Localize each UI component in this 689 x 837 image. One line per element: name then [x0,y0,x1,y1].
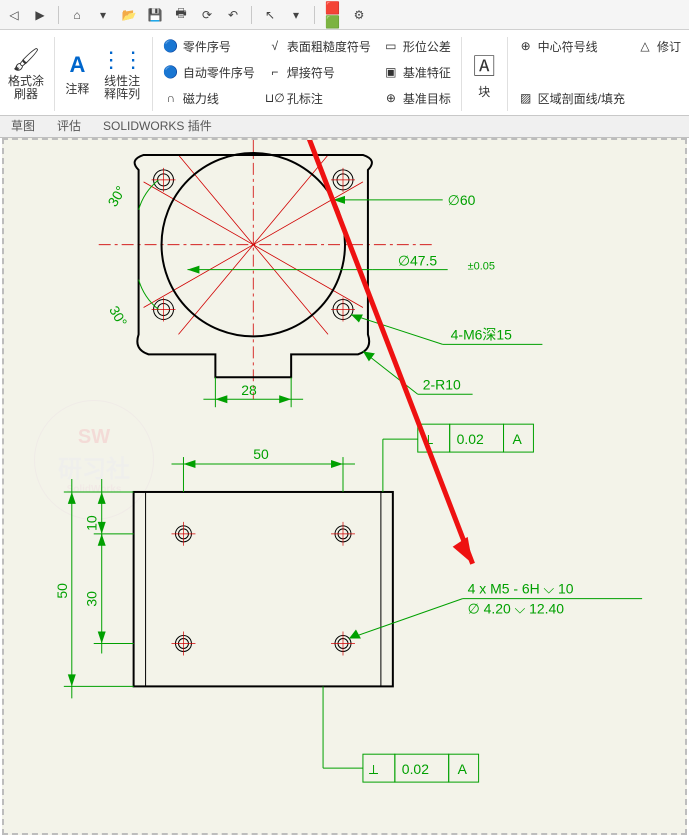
tab-sketch[interactable]: 草图 [0,113,46,137]
svg-text:10: 10 [84,515,100,531]
cursor-icon[interactable]: ↖ [262,7,278,23]
auto-balloon-icon: 🔵 [163,64,179,80]
center-mark-button[interactable]: ⊕中心符号线 [518,35,625,57]
svg-text:4 x M5 - 6H ⌵ 10: 4 x M5 - 6H ⌵ 10 [468,581,574,597]
svg-text:∅47.5: ∅47.5 [398,253,438,269]
save-icon[interactable]: 💾 [147,7,163,23]
svg-text:∅ 4.20 ⌵ 12.40: ∅ 4.20 ⌵ 12.40 [468,601,565,617]
svg-text:2-R10: 2-R10 [423,376,461,392]
ribbon-tabs: 草图 评估 SOLIDWORKS 插件 [0,116,689,138]
print-icon[interactable]: 🖶 [173,7,189,23]
magnetic-line-button[interactable]: ∩磁力线 [163,87,255,109]
quick-access-toolbar: ◁ ▶ ⌂ ▾ 📂 💾 🖶 ⟳ ↶ ↖ ▾ 🟥🟩 ⚙ [0,0,689,30]
svg-text:50: 50 [253,446,269,462]
linear-pattern-icon: ⋮⋮ [100,47,144,73]
cloud-icon: △ [637,38,653,54]
svg-text:30°: 30° [104,183,128,209]
svg-text:A: A [512,431,522,447]
block-icon: 🄰 [473,49,495,81]
svg-text:30°: 30° [106,303,130,329]
home-icon[interactable]: ⌂ [69,7,85,23]
select-icon[interactable]: ▾ [288,7,304,23]
datum-icon: ▣ [383,64,399,80]
geom-tol-button[interactable]: ▭形位公差 [383,35,451,57]
annotation-icon: A [69,52,85,78]
drawing-svg: 30° 30° 28 ∅60 ∅47.5 ±0.05 4-M6深15 2-R10 [4,140,685,835]
svg-text:4-M6深15: 4-M6深15 [451,326,512,342]
weld-symbol-button[interactable]: ⌐焊接符号 [267,61,371,83]
centermark-icon: ⊕ [518,38,534,54]
svg-text:⟂: ⟂ [369,761,379,777]
paintbrush-icon: 🖌 [12,47,40,73]
undo-icon[interactable]: ↶ [225,7,241,23]
auto-part-number-button[interactable]: 🔵自动零件序号 [163,61,255,83]
geom-tol-icon: ▭ [383,38,399,54]
datum-target-button[interactable]: ⊕基准目标 [383,87,451,109]
svg-text:30: 30 [84,591,100,607]
revision-button[interactable]: △修订 [637,35,681,57]
nav-next-icon[interactable]: ▶ [32,7,48,23]
refresh-icon[interactable]: ⟳ [199,7,215,23]
format-painter-button[interactable]: 🖌 格式涂 刷器 [4,33,48,115]
surface-finish-button[interactable]: √表面粗糙度符号 [267,35,371,57]
drawing-canvas[interactable]: 200 SW 研习社 SolidWorks [2,138,687,835]
svg-text:0.02: 0.02 [402,761,429,777]
weld-icon: ⌐ [267,64,283,80]
settings-icon[interactable]: ⚙ [351,7,367,23]
open-icon[interactable]: 📂 [121,7,137,23]
block-button[interactable]: 🄰 块 [468,33,502,115]
ribbon: 🖌 格式涂 刷器 A 注释 ⋮⋮ 线性注 释阵列 🔵零件序号 🔵自动零件序号 ∩… [0,30,689,116]
tab-plugin[interactable]: SOLIDWORKS 插件 [92,113,223,137]
svg-text:A: A [458,761,468,777]
svg-text:∅60: ∅60 [448,192,476,208]
target-icon: ⊕ [383,90,399,106]
svg-text:28: 28 [241,382,257,398]
annotation-button[interactable]: A 注释 [61,33,95,115]
nav-prev-icon[interactable]: ◁ [6,7,22,23]
datum-feature-button[interactable]: ▣基准特征 [383,61,451,83]
traffic-icon[interactable]: 🟥🟩 [325,7,341,23]
hole-callout-icon: ⊔∅ [267,90,283,106]
hatch-icon: ▨ [518,90,534,106]
section-line-button[interactable]: ▨区域剖面线/填充 [518,87,625,109]
part-number-button[interactable]: 🔵零件序号 [163,35,255,57]
hole-callout-button[interactable]: ⊔∅孔标注 [267,87,371,109]
svg-text:0.02: 0.02 [457,431,484,447]
new-doc-icon[interactable]: ▾ [95,7,111,23]
svg-text:50: 50 [54,583,70,599]
svg-text:±0.05: ±0.05 [468,261,495,273]
surface-finish-icon: √ [267,38,283,54]
linear-pattern-button[interactable]: ⋮⋮ 线性注 释阵列 [98,33,146,115]
tab-evaluate[interactable]: 评估 [46,113,92,137]
balloon-icon: 🔵 [163,38,179,54]
magnet-icon: ∩ [163,90,179,106]
